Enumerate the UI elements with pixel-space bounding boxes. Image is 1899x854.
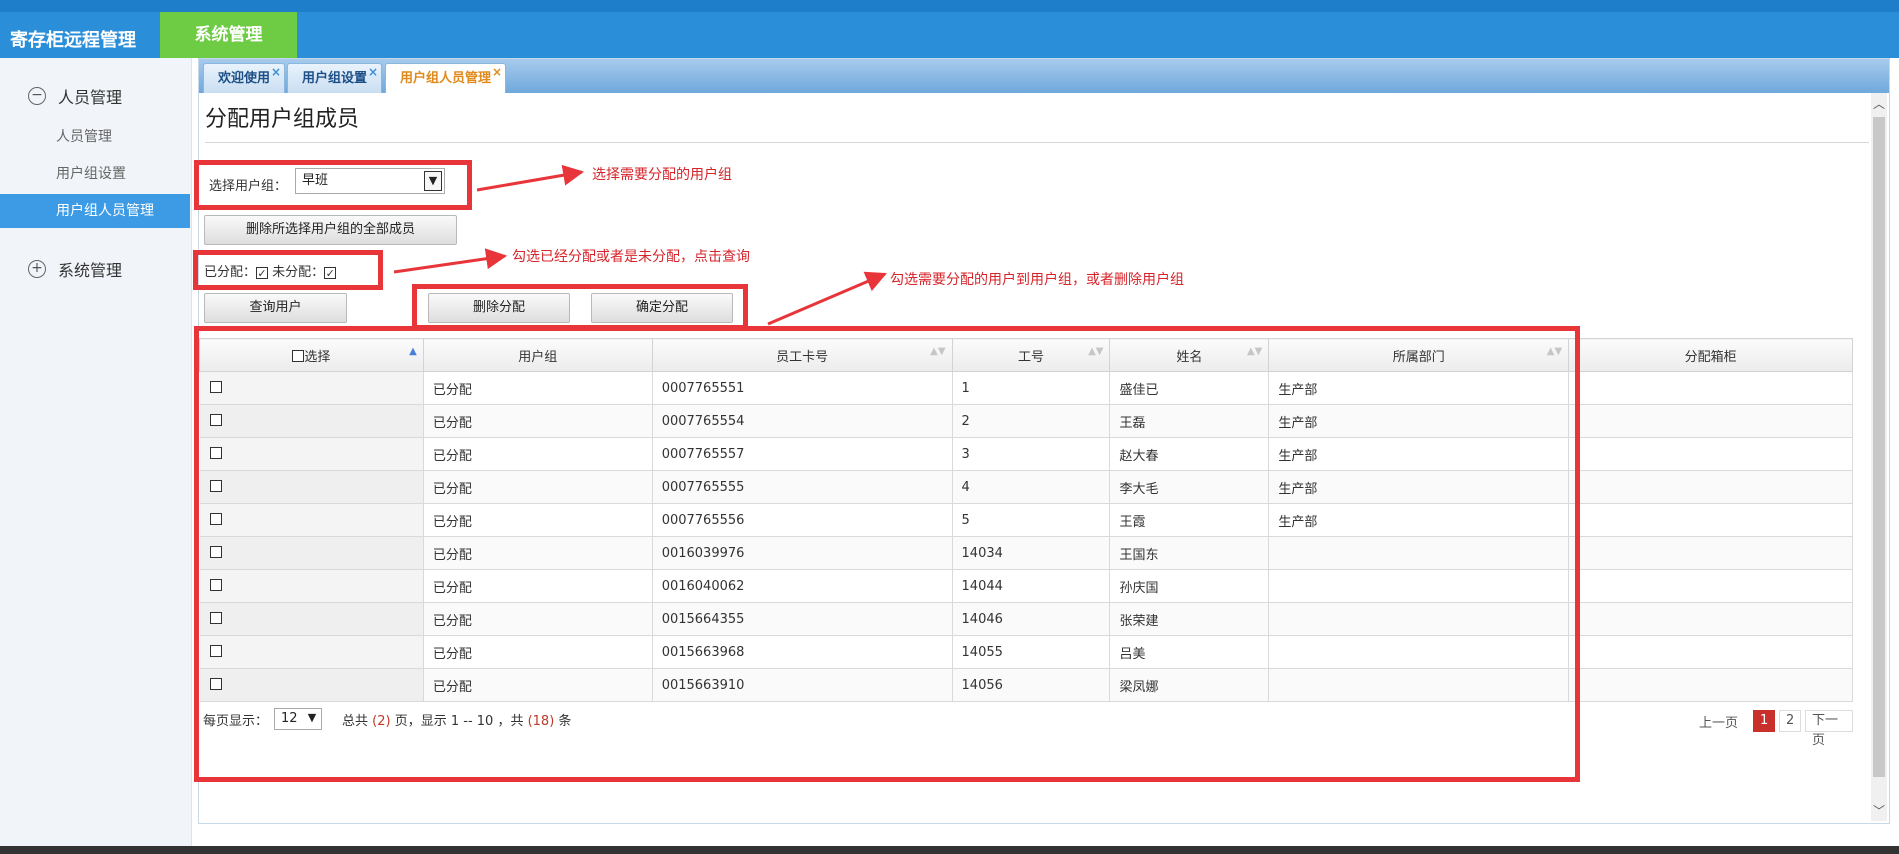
expand-icon: + xyxy=(28,260,46,278)
cabinet-cell xyxy=(1568,536,1853,570)
annotation-note-1: 选择需要分配的用户组 xyxy=(592,167,732,183)
tab-strip: 欢迎使用 × 用户组设置 × 用户组人员管理 × xyxy=(199,59,1889,93)
close-icon[interactable]: × xyxy=(271,57,281,87)
app-title: 寄存柜远程管理 xyxy=(10,30,136,51)
cabinet-cell xyxy=(1568,635,1853,669)
sidebar-group-personnel[interactable]: − 人员管理 xyxy=(28,84,122,108)
scroll-down-icon[interactable]: ﹀ xyxy=(1871,802,1887,819)
close-icon[interactable]: × xyxy=(368,57,378,87)
annotation-box-group-select xyxy=(194,160,472,210)
sidebar-group-system[interactable]: + 系统管理 xyxy=(28,257,122,281)
annotation-box-actions xyxy=(412,284,748,330)
close-icon[interactable]: × xyxy=(492,57,502,87)
sidebar-item-user-group-members[interactable]: 用户组人员管理 xyxy=(0,194,190,228)
cabinet-cell xyxy=(1568,668,1853,702)
next-page-button[interactable]: 下一页 xyxy=(1805,710,1853,748)
cabinet-cell xyxy=(1568,470,1853,504)
collapse-icon: − xyxy=(28,87,46,105)
sidebar: − 人员管理 人员管理 用户组设置 用户组人员管理 + 系统管理 xyxy=(0,58,192,854)
tab-label: 用户组设置 xyxy=(302,71,368,86)
page-title: 分配用户组成员 xyxy=(205,107,360,132)
sidebar-item-user-group-settings[interactable]: 用户组设置 xyxy=(0,157,190,191)
cabinet-cell xyxy=(1568,437,1853,471)
divider xyxy=(205,142,1869,143)
cabinet-cell xyxy=(1568,569,1853,603)
tab-welcome[interactable]: 欢迎使用 × xyxy=(203,63,286,93)
system-management-tab[interactable]: 系统管理 xyxy=(160,12,297,58)
top-header: 寄存柜远程管理 系统管理 xyxy=(0,0,1899,58)
scrollbar-thumb[interactable] xyxy=(1873,117,1885,777)
tab-label: 欢迎使用 xyxy=(218,71,271,86)
tab-user-group-settings[interactable]: 用户组设置 × xyxy=(287,63,383,93)
scroll-up-icon[interactable]: ︿ xyxy=(1871,95,1887,112)
sidebar-item-personnel[interactable]: 人员管理 xyxy=(0,120,190,154)
tab-label: 用户组人员管理 xyxy=(400,71,492,86)
query-users-button[interactable]: 查询用户 xyxy=(204,293,347,323)
annotation-box-table xyxy=(194,326,1580,782)
tab-user-group-members[interactable]: 用户组人员管理 × xyxy=(385,63,507,93)
column-header-cabinet[interactable]: 分配箱柜 xyxy=(1568,338,1853,372)
cabinet-cell xyxy=(1568,404,1853,438)
annotation-note-2: 勾选已经分配或者是未分配，点击查询 xyxy=(512,249,750,265)
cabinet-cell xyxy=(1568,503,1853,537)
cabinet-cell xyxy=(1568,602,1853,636)
annotation-note-3: 勾选需要分配的用户到用户组，或者删除用户组 xyxy=(890,272,1184,288)
sidebar-group-label: 人员管理 xyxy=(58,88,123,107)
page-2-button[interactable]: 2 xyxy=(1779,710,1802,732)
cabinet-cell xyxy=(1568,371,1853,405)
delete-all-members-button[interactable]: 删除所选择用户组的全部成员 xyxy=(204,215,457,245)
page-1-button[interactable]: 1 xyxy=(1753,710,1776,732)
annotation-box-filter xyxy=(193,250,383,290)
vertical-scrollbar[interactable]: ︿ ﹀ xyxy=(1871,93,1887,821)
prev-page-link[interactable]: 上一页 xyxy=(1699,712,1738,731)
sidebar-group-label: 系统管理 xyxy=(58,261,123,280)
bottom-bar xyxy=(0,846,1899,854)
